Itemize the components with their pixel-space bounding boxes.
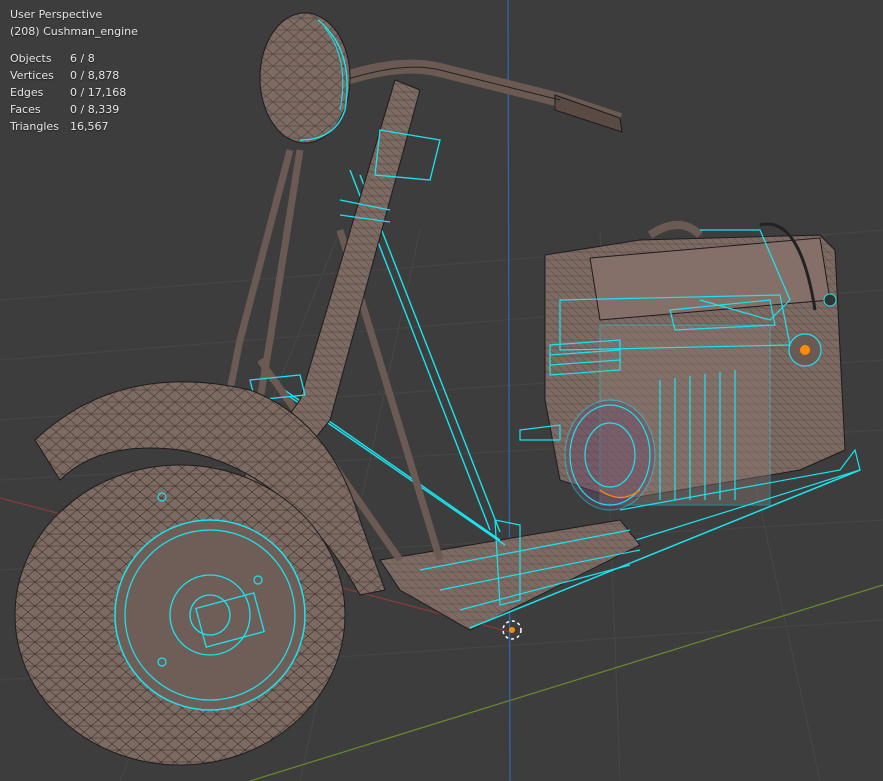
stat-row-faces: Faces 0 / 8,339 <box>10 101 126 118</box>
stat-row-triangles: Triangles 16,567 <box>10 118 126 135</box>
view-mode-label: User Perspective <box>10 8 103 21</box>
active-object-label: (208) Cushman_engine <box>10 25 138 38</box>
front-wheel[interactable] <box>14 464 346 766</box>
stat-row-objects: Objects 6 / 8 <box>10 50 126 67</box>
stat-label: Triangles <box>10 120 59 133</box>
headlight[interactable] <box>259 12 351 144</box>
viewport-info-overlay: User Perspective (208) Cushman_engine Ob… <box>10 6 138 135</box>
stat-label: Faces <box>10 103 41 116</box>
stat-value: 16,567 <box>70 120 109 133</box>
stat-label: Objects <box>10 52 52 65</box>
stat-value: 0 / 17,168 <box>70 86 127 99</box>
stat-row-vertices: Vertices 0 / 8,878 <box>10 67 126 84</box>
stat-label: Edges <box>10 86 44 99</box>
handlebar[interactable] <box>329 59 623 133</box>
stat-value: 6 / 8 <box>70 52 95 65</box>
stat-value: 0 / 8,878 <box>70 69 120 82</box>
stat-row-edges: Edges 0 / 17,168 <box>10 84 126 101</box>
scene-statistics: Objects 6 / 8 Vertices 0 / 8,878 Edges 0… <box>10 50 126 135</box>
stat-value: 0 / 8,339 <box>70 103 120 116</box>
object-origin-marker[interactable] <box>502 620 522 640</box>
3d-viewport[interactable]: User Perspective (208) Cushman_engine Ob… <box>0 0 883 781</box>
stat-label: Vertices <box>10 69 54 82</box>
z-axis-line <box>507 0 511 781</box>
